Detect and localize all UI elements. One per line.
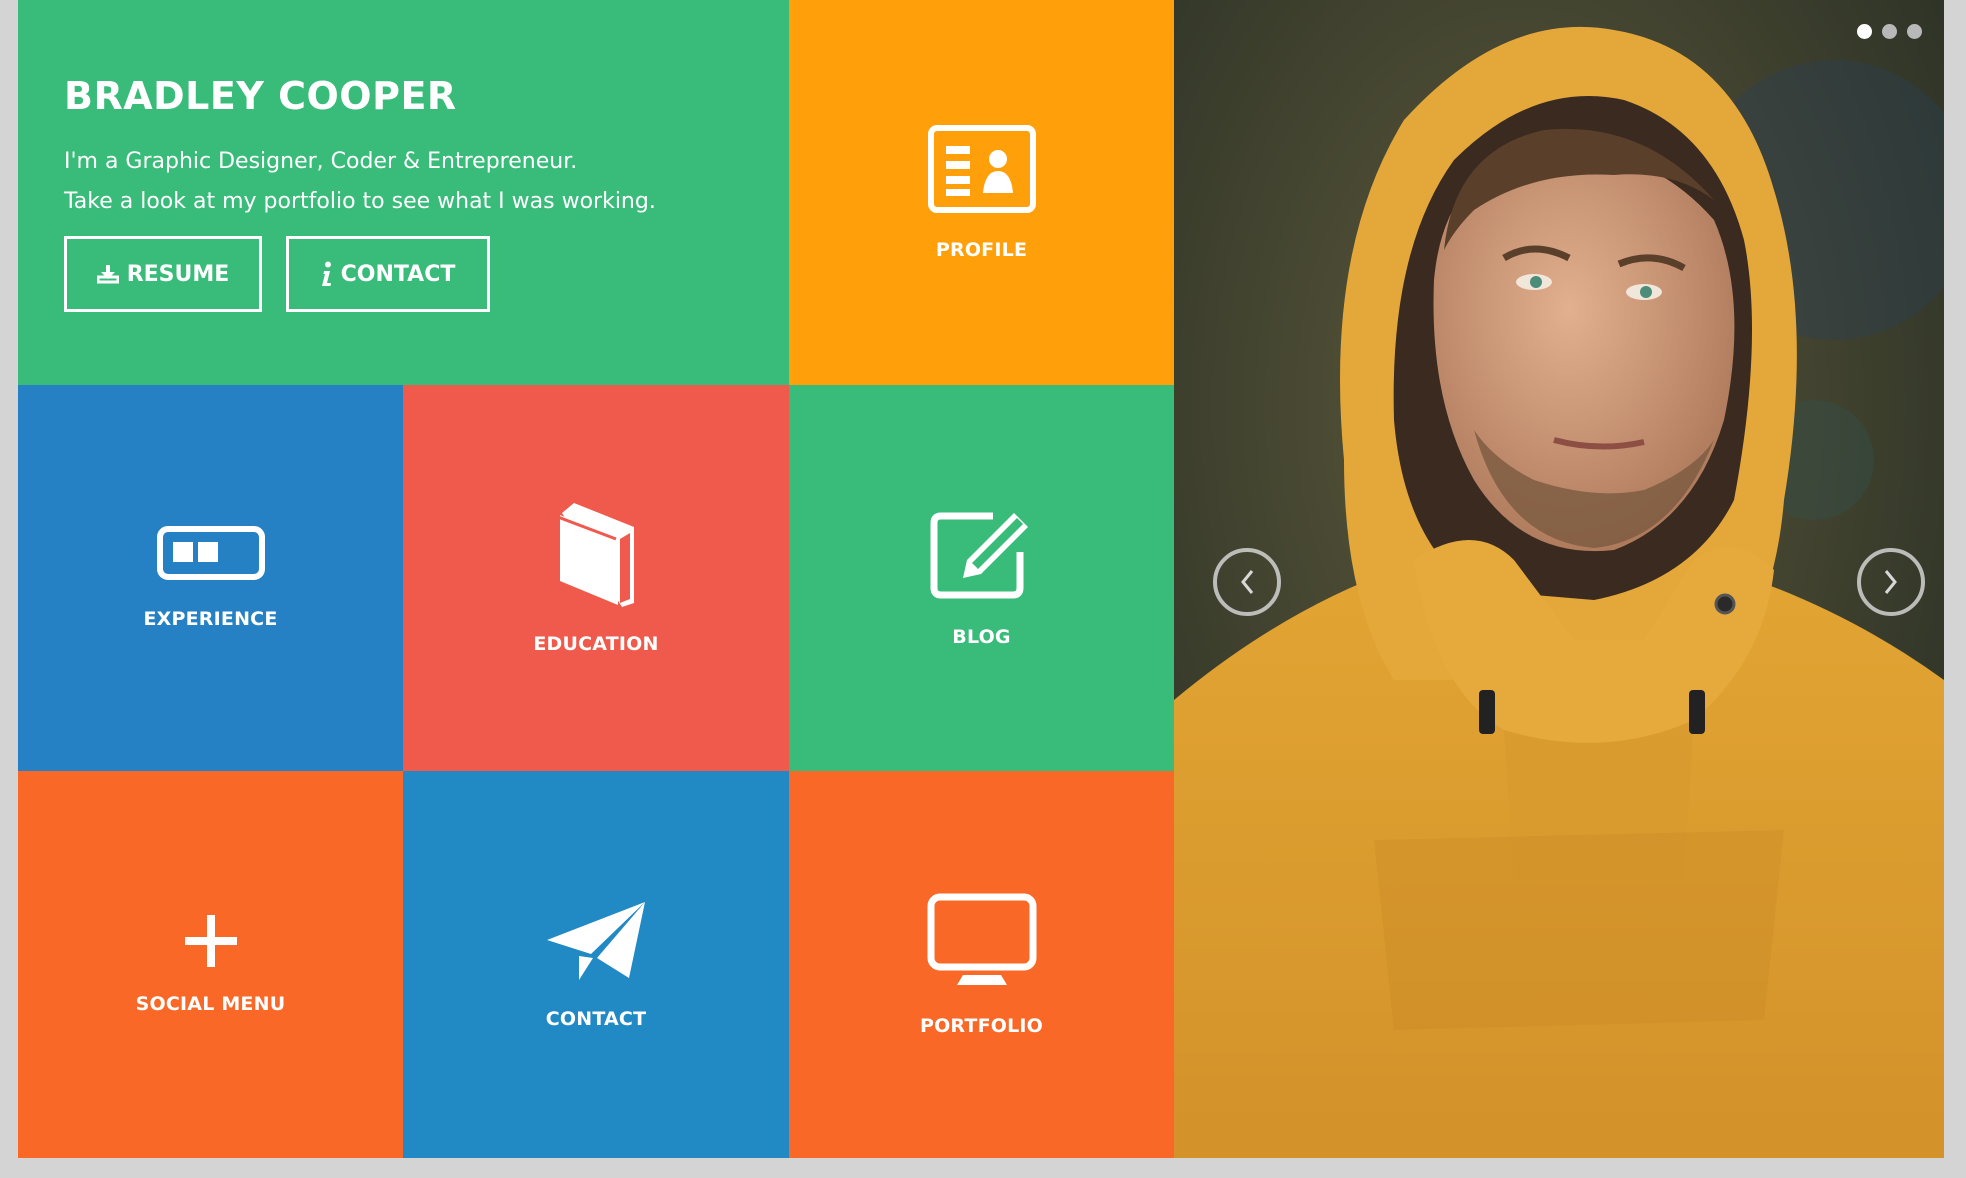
tile-blog-label: BLOG [952,626,1011,648]
tile-experience-label: EXPERIENCE [143,608,278,630]
slider-dot[interactable] [1907,24,1922,39]
tile-social-menu-label: SOCIAL MENU [135,992,286,1015]
slider-dot[interactable] [1857,24,1872,39]
tile-profile-label: PROFILE [935,238,1028,261]
portfolio-grid: BRADLEY COOPER I'm a Graphic Designer, C… [18,0,1944,1158]
tile-education-label: EDUCATION [533,633,659,655]
person-name: BRADLEY COOPER [64,74,457,118]
intro-buttons: RESUME CONTACT [64,236,789,312]
resume-button-label: RESUME [126,261,230,287]
monitor-icon [927,893,1037,989]
info-icon [321,261,333,287]
chevron-right-icon [1884,570,1897,594]
intro-tile: BRADLEY COOPER I'm a Graphic Designer, C… [18,0,789,385]
tagline-line-2: Take a look at my portfolio to see what … [64,189,656,214]
tile-portfolio[interactable]: PORTFOLIO [789,771,1174,1158]
chevron-left-icon [1241,570,1254,594]
slider-prev-button[interactable] [1213,548,1281,616]
tile-blog[interactable]: BLOG [789,385,1174,771]
id-card-icon [927,124,1036,213]
edit-icon [929,508,1035,600]
book-icon [554,501,638,607]
tile-education[interactable]: EDUCATION [403,385,789,771]
tile-experience[interactable]: EXPERIENCE [18,385,403,771]
photo-slider [1174,0,1944,1158]
tagline-line-1: I'm a Graphic Designer, Coder & Entrepre… [64,149,578,174]
slider-next-button[interactable] [1857,548,1925,616]
slider-dot[interactable] [1882,24,1897,39]
contact-button-label: CONTACT [340,261,456,287]
resume-button[interactable]: RESUME [64,236,262,312]
progress-bar-icon [156,526,265,582]
slider-dots [1857,24,1922,39]
portrait-photo [1174,0,1944,1158]
contact-button[interactable]: CONTACT [286,236,490,312]
download-icon [96,264,119,284]
tile-profile[interactable]: PROFILE [789,0,1174,385]
tile-portfolio-label: PORTFOLIO [919,1014,1044,1037]
tile-contact-label: CONTACT [545,1007,647,1030]
paper-plane-icon [545,900,647,982]
intro-description: I'm a Graphic Designer, Coder & Entrepre… [64,142,789,222]
plus-icon [184,914,237,967]
tile-social-menu[interactable]: SOCIAL MENU [18,771,403,1158]
tile-contact[interactable]: CONTACT [403,771,789,1158]
